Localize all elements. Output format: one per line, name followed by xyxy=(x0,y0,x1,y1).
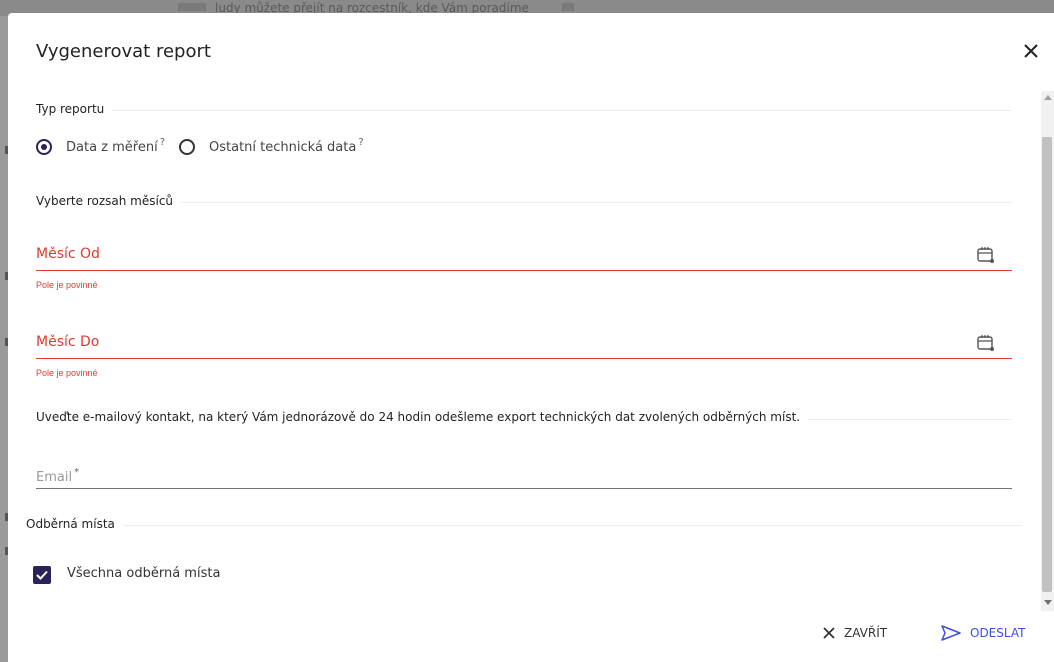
background-overlay xyxy=(0,16,8,662)
close-button-label: ZAVŘÍT xyxy=(844,626,888,640)
radio-measurement-data-label[interactable]: Data z měření? xyxy=(66,137,165,155)
radio-other-technical-data[interactable] xyxy=(179,139,196,155)
month-to-input[interactable]: Měsíc Do xyxy=(36,334,99,350)
help-icon[interactable]: ? xyxy=(160,137,165,148)
send-icon xyxy=(941,625,961,641)
all-points-label[interactable]: Všechna odběrná místa xyxy=(67,566,220,581)
report-type-label: Typ reportu xyxy=(36,102,113,116)
scroll-down-arrow-icon[interactable] xyxy=(1044,600,1052,605)
email-underline xyxy=(36,488,1012,489)
month-from-input[interactable]: Měsíc Od xyxy=(36,246,100,262)
scroll-up-arrow-icon[interactable] xyxy=(1044,95,1052,100)
radio-other-technical-data-label[interactable]: Ostatní technická data? xyxy=(209,137,364,155)
calendar-icon[interactable] xyxy=(976,246,996,264)
close-icon xyxy=(823,627,835,639)
month-range-label: Vyberte rozsah měsíců xyxy=(36,194,182,208)
month-to-error: Pole je povinné xyxy=(36,368,98,378)
send-button-label: ODESLAT xyxy=(970,626,1026,640)
background-block xyxy=(562,3,574,11)
section-divider xyxy=(36,202,1012,203)
help-icon[interactable]: ? xyxy=(358,137,363,148)
month-from-underline xyxy=(36,270,1012,271)
check-icon xyxy=(36,570,48,580)
dialog-title: Vygenerovat report xyxy=(36,41,211,62)
all-points-checkbox[interactable] xyxy=(33,566,51,584)
month-to-underline xyxy=(36,358,1012,359)
month-from-error: Pole je povinné xyxy=(36,280,98,290)
background-block xyxy=(178,3,206,11)
scrollbar-thumb[interactable] xyxy=(1042,137,1052,592)
radio-measurement-data[interactable] xyxy=(36,139,52,155)
email-field[interactable]: Email * xyxy=(36,467,79,485)
consumption-points-label: Odběrná místa xyxy=(26,517,123,531)
report-dialog: Vygenerovat report Typ reportu Data z mě… xyxy=(8,13,1054,662)
section-divider xyxy=(36,110,1012,111)
email-info-text: Uveďte e-mailový kontakt, na který Vám j… xyxy=(36,410,809,424)
section-divider xyxy=(26,525,1022,526)
report-type-options: Data z měření? Ostatní technická data? xyxy=(36,135,364,159)
send-button[interactable]: ODESLAT xyxy=(940,621,1025,645)
close-icon[interactable] xyxy=(1022,42,1040,60)
close-button[interactable]: ZAVŘÍT xyxy=(822,621,887,645)
calendar-icon[interactable] xyxy=(976,334,996,352)
